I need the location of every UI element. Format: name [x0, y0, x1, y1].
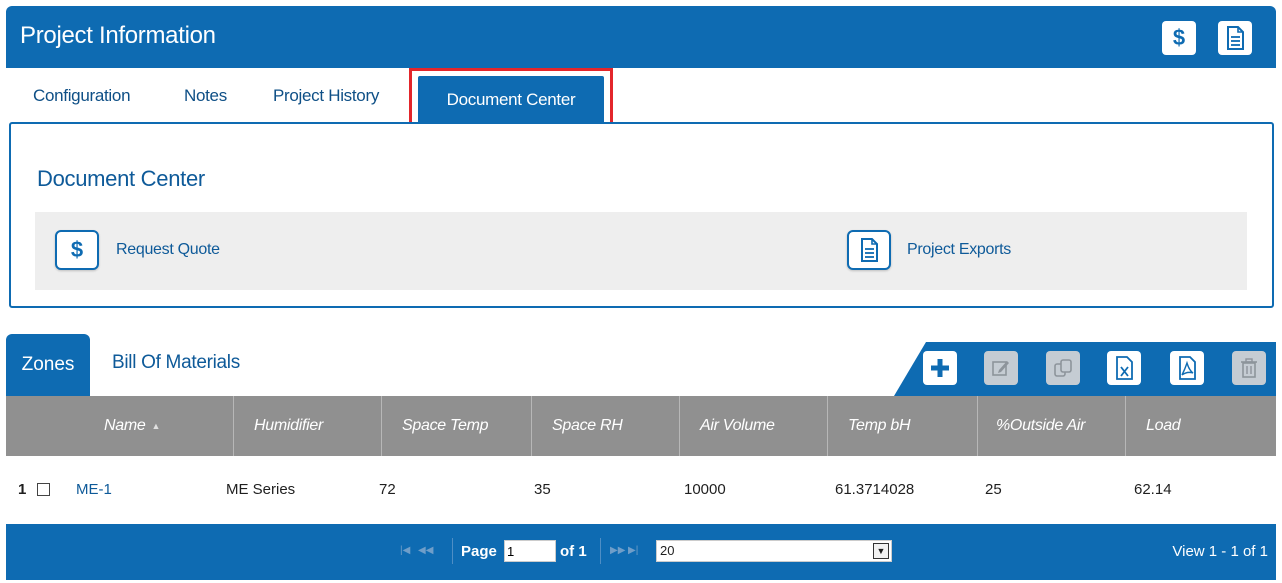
cell-load: 62.14 — [1134, 481, 1172, 498]
copy-icon — [1054, 359, 1072, 377]
excel-export-icon — [1116, 356, 1133, 380]
pager-divider — [452, 538, 453, 564]
first-page-icon[interactable]: |◀ — [400, 545, 410, 556]
delete-zone-button[interactable] — [1232, 351, 1266, 385]
page-number-input[interactable] — [504, 540, 556, 562]
request-quote-link[interactable]: Request Quote — [116, 241, 220, 259]
copy-zone-button[interactable] — [1046, 351, 1080, 385]
column-header-air-volume[interactable]: Air Volume — [680, 396, 828, 456]
tab-configuration[interactable]: Configuration — [33, 86, 131, 106]
page-label: Page — [461, 543, 497, 560]
project-tabs: Configuration Notes Project History Docu… — [6, 68, 1276, 124]
column-header-outside-air[interactable]: %Outside Air — [978, 396, 1126, 456]
next-page-icon[interactable]: ▶▶ — [610, 545, 625, 556]
project-info-header: Project Information $ — [6, 6, 1276, 68]
pager-divider — [600, 538, 601, 564]
column-header-space-temp[interactable]: Space Temp — [382, 396, 532, 456]
prev-page-icon[interactable]: ◀◀ — [418, 545, 433, 556]
export-excel-button[interactable] — [1107, 351, 1141, 385]
document-actions: $ Request Quote Project Exports — [35, 212, 1247, 290]
tab-notes[interactable]: Notes — [184, 86, 227, 106]
page-title: Project Information — [20, 22, 216, 49]
delete-icon — [1241, 358, 1257, 378]
add-zone-button[interactable] — [923, 351, 957, 385]
request-quote-icon-button[interactable]: $ — [55, 230, 99, 270]
edit-zone-button[interactable] — [984, 351, 1018, 385]
tab-bill-of-materials[interactable]: Bill Of Materials — [112, 352, 240, 374]
cell-outside-air: 25 — [985, 481, 1002, 498]
cell-space-rh: 35 — [534, 481, 551, 498]
document-center-title: Document Center — [37, 166, 205, 191]
record-count-text: View 1 - 1 of 1 — [1172, 543, 1268, 560]
cell-air-volume: 10000 — [684, 481, 726, 498]
cell-temp-bh: 61.3714028 — [835, 481, 915, 498]
row-number: 1 — [18, 481, 27, 498]
column-header-humidifier[interactable]: Humidifier — [234, 396, 382, 456]
export-pdf-button[interactable] — [1170, 351, 1204, 385]
project-exports-header-button[interactable] — [1218, 21, 1252, 55]
page-size-select[interactable]: 20 ▼ — [656, 540, 892, 562]
column-header-name[interactable]: Name ▲ — [6, 396, 234, 456]
table-row[interactable]: 1 ME-1 ME Series 72 35 10000 61.3714028 … — [6, 456, 1276, 524]
request-quote-header-button[interactable]: $ — [1162, 21, 1196, 55]
column-header-load[interactable]: Load — [1126, 396, 1276, 456]
edit-icon — [992, 361, 1009, 376]
grid-pager: |◀ ◀◀ Page of 1 ▶▶ ▶| 20 ▼ View 1 - 1 of… — [6, 524, 1276, 580]
sort-icon: ▲ — [151, 421, 161, 431]
column-header-space-rh[interactable]: Space RH — [532, 396, 680, 456]
tab-zones[interactable]: Zones — [6, 334, 90, 396]
column-header-temp-bh[interactable]: Temp bH — [828, 396, 978, 456]
add-icon — [931, 359, 949, 377]
document-icon — [1227, 26, 1244, 50]
cell-space-temp: 72 — [379, 481, 396, 498]
page-size-value: 20 — [660, 543, 675, 558]
project-exports-icon-button[interactable] — [847, 230, 891, 270]
cell-humidifier: ME Series — [226, 481, 296, 498]
zones-grid-header: Name ▲ Humidifier Space Temp Space RH Air… — [6, 396, 1276, 456]
last-page-icon[interactable]: ▶| — [628, 545, 638, 556]
chevron-down-icon: ▼ — [873, 543, 889, 559]
tab-document-center[interactable]: Document Center — [418, 76, 604, 124]
dollar-icon: $ — [1172, 25, 1186, 50]
zone-name-link[interactable]: ME-1 — [76, 481, 112, 498]
page-count-label: of 1 — [560, 543, 587, 560]
pdf-export-icon — [1179, 356, 1196, 380]
grid-tab-bar: Zones Bill Of Materials — [6, 334, 1276, 396]
row-select-checkbox[interactable] — [37, 483, 50, 496]
document-icon — [861, 238, 878, 262]
dollar-icon: $ — [70, 237, 84, 262]
project-exports-link[interactable]: Project Exports — [907, 241, 1011, 259]
tab-project-history[interactable]: Project History — [273, 86, 379, 106]
document-center-panel: Document Center $ Request Quote Project … — [9, 122, 1274, 308]
